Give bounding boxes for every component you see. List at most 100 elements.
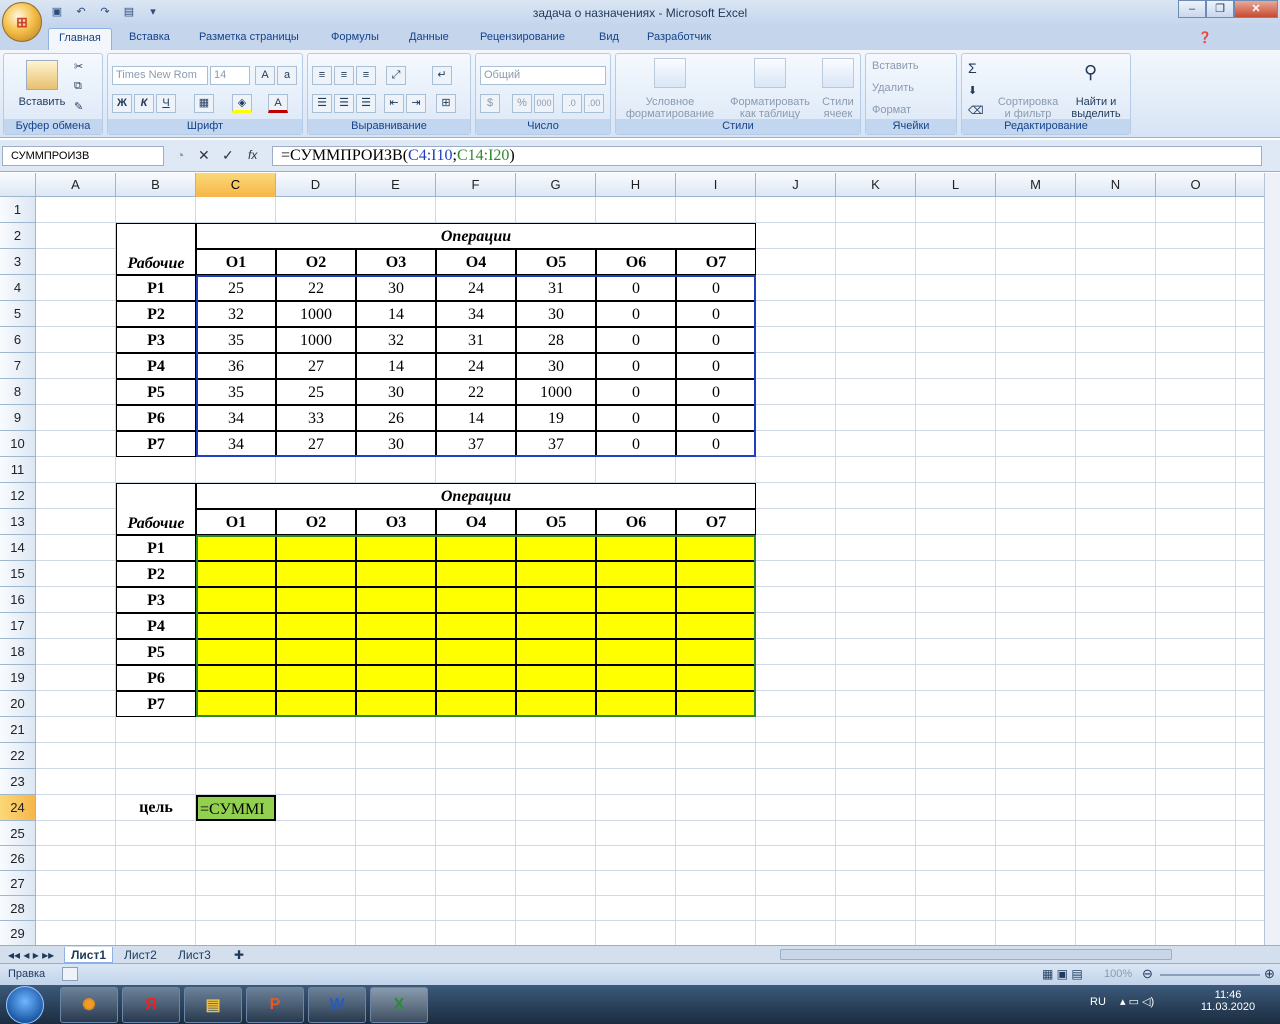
zoom-in-icon[interactable]: ⊕ — [1264, 966, 1275, 982]
font-color-icon[interactable]: A — [268, 94, 288, 113]
cell-styles-button[interactable]: Стили ячеек — [816, 96, 860, 120]
align-center-icon[interactable]: ☰ — [334, 94, 354, 113]
decrease-indent-icon[interactable]: ⇤ — [384, 94, 404, 113]
row-header-26[interactable]: 26 — [0, 846, 36, 871]
table-cell[interactable]: 34 — [196, 405, 276, 431]
wrap-text-icon[interactable]: ↵ — [432, 66, 452, 85]
sheet-nav-arrows[interactable]: ◂◂ ◂ ▸ ▸▸ — [2, 947, 60, 963]
cell-styles-icon[interactable] — [822, 58, 854, 88]
align-top-icon[interactable]: ≡ — [312, 66, 332, 85]
row-header-29[interactable]: 29 — [0, 921, 36, 946]
table-cell[interactable]: 33 — [276, 405, 356, 431]
fill-color-icon[interactable]: ◈ — [232, 94, 252, 113]
maximize-button[interactable]: ❐ — [1206, 0, 1234, 18]
tab-page-layout[interactable]: Разметка страницы — [199, 31, 299, 43]
table-cell[interactable] — [676, 561, 756, 587]
table-cell[interactable]: 0 — [676, 275, 756, 301]
table-cell[interactable] — [196, 587, 276, 613]
table-cell[interactable]: 0 — [596, 379, 676, 405]
italic-button[interactable]: К — [134, 94, 154, 113]
table-cell[interactable]: 22 — [436, 379, 516, 405]
table-cell[interactable]: 0 — [596, 431, 676, 457]
table-cell[interactable] — [356, 665, 436, 691]
row-header-18[interactable]: 18 — [0, 639, 36, 665]
table-cell[interactable] — [676, 691, 756, 717]
autosum-icon[interactable]: Σ — [968, 60, 977, 76]
bold-button[interactable]: Ж — [112, 94, 132, 113]
table-cell[interactable] — [436, 639, 516, 665]
tab-view[interactable]: Вид — [599, 31, 619, 43]
table-cell[interactable] — [196, 535, 276, 561]
formula-input[interactable]: =СУММПРОИЗВ(C4:I10;C14:I20) — [272, 146, 1262, 166]
table-cell[interactable]: 30 — [516, 301, 596, 327]
table-cell[interactable] — [676, 535, 756, 561]
align-right-icon[interactable]: ☰ — [356, 94, 376, 113]
table-cell[interactable] — [596, 613, 676, 639]
table-cell[interactable]: 36 — [196, 353, 276, 379]
column-header-m[interactable]: M — [996, 173, 1076, 197]
conditional-format-icon[interactable] — [654, 58, 686, 88]
table-cell[interactable] — [436, 535, 516, 561]
underline-button[interactable]: Ч — [156, 94, 176, 113]
row-header-21[interactable]: 21 — [0, 717, 36, 743]
table-cell[interactable]: 0 — [676, 301, 756, 327]
table-cell[interactable]: 1000 — [516, 379, 596, 405]
column-header-g[interactable]: G — [516, 173, 596, 197]
app-icon-word[interactable]: W — [308, 987, 366, 1023]
table-cell[interactable] — [516, 587, 596, 613]
table-cell[interactable] — [196, 561, 276, 587]
table-cell[interactable] — [436, 691, 516, 717]
orientation-icon[interactable]: ⤢ — [386, 66, 406, 85]
table-cell[interactable] — [276, 613, 356, 639]
sheet-tab-1[interactable]: Лист1 — [64, 947, 114, 963]
table-cell[interactable] — [276, 561, 356, 587]
row-header-13[interactable]: 13 — [0, 509, 36, 535]
table-cell[interactable]: 1000 — [276, 327, 356, 353]
table-cell[interactable] — [516, 535, 596, 561]
table-cell[interactable] — [436, 665, 516, 691]
row-header-24[interactable]: 24 — [0, 795, 36, 821]
help-icon[interactable]: ❓ — [1198, 31, 1212, 44]
table-cell[interactable] — [196, 613, 276, 639]
table-cell[interactable] — [596, 639, 676, 665]
table-cell[interactable]: 0 — [676, 379, 756, 405]
row-header-16[interactable]: 16 — [0, 587, 36, 613]
tray-icons[interactable]: ▴ ▭ ◁) — [1120, 995, 1154, 1008]
column-header-l[interactable]: L — [916, 173, 996, 197]
table-cell[interactable]: 34 — [196, 431, 276, 457]
fx-menu-icon[interactable]: ◔ — [176, 147, 184, 163]
table-cell[interactable] — [276, 639, 356, 665]
format-table-icon[interactable] — [754, 58, 786, 88]
table-cell[interactable] — [676, 665, 756, 691]
table-cell[interactable]: 28 — [516, 327, 596, 353]
table-cell[interactable]: 27 — [276, 431, 356, 457]
app-icon-excel[interactable]: X — [370, 987, 428, 1023]
row-header-8[interactable]: 8 — [0, 379, 36, 405]
align-bottom-icon[interactable]: ≡ — [356, 66, 376, 85]
fill-icon[interactable]: ⬇ — [968, 84, 977, 97]
column-header-k[interactable]: K — [836, 173, 916, 197]
zoom-out-icon[interactable]: ⊖ — [1142, 966, 1153, 982]
binoculars-icon[interactable]: ⚲ — [1084, 62, 1097, 83]
conditional-format-button[interactable]: Условное форматирование — [618, 96, 722, 120]
increase-indent-icon[interactable]: ⇥ — [406, 94, 426, 113]
row-header-20[interactable]: 20 — [0, 691, 36, 717]
tab-insert[interactable]: Вставка — [129, 31, 170, 43]
format-table-button[interactable]: Форматировать как таблицу — [724, 96, 816, 120]
table-cell[interactable] — [196, 691, 276, 717]
row-header-3[interactable]: 3 — [0, 249, 36, 275]
insert-function-icon[interactable]: fx — [248, 148, 257, 162]
row-header-15[interactable]: 15 — [0, 561, 36, 587]
table-cell[interactable] — [436, 561, 516, 587]
name-box[interactable]: СУММПРОИЗВ — [2, 146, 164, 166]
merge-center-icon[interactable]: ⊞ — [436, 94, 456, 113]
table-cell[interactable]: 0 — [676, 353, 756, 379]
horizontal-scrollbar[interactable] — [780, 949, 1172, 960]
table-cell[interactable] — [596, 561, 676, 587]
row-header-28[interactable]: 28 — [0, 896, 36, 921]
font-name-box[interactable]: Times New Rom — [112, 66, 208, 85]
row-header-4[interactable]: 4 — [0, 275, 36, 301]
shrink-font-icon[interactable]: a — [277, 66, 297, 85]
table-cell[interactable]: 34 — [436, 301, 516, 327]
table-cell[interactable]: 27 — [276, 353, 356, 379]
